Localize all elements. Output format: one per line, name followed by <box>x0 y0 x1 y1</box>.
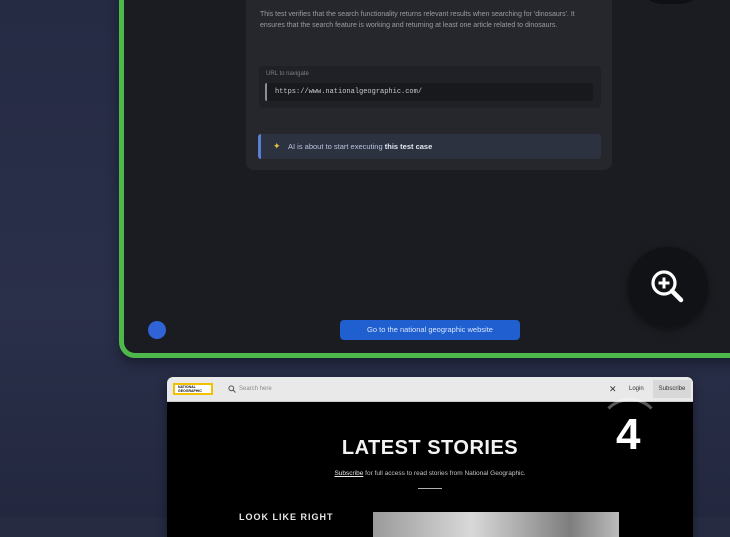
url-input[interactable]: https://www.nationalgeographic.com/ <box>265 83 593 101</box>
status-indicator-dot[interactable] <box>148 321 166 339</box>
login-link[interactable]: Login <box>629 383 644 395</box>
latest-stories-subline: Subscribe for full access to read storie… <box>167 470 693 477</box>
zoom-in-button[interactable] <box>628 247 708 327</box>
subscribe-button[interactable]: Subscribe <box>653 380 691 398</box>
story-image[interactable] <box>373 512 619 537</box>
ai-status-lead: AI is about to start executing <box>288 142 383 151</box>
ai-status-text: AI is about to start executing this test… <box>288 141 432 152</box>
site-search-input[interactable]: Search here <box>239 383 599 395</box>
national-geographic-logo[interactable]: NATIONAL GEOGRAPHIC <box>173 383 213 395</box>
sparkle-icon: ✦ <box>273 141 281 151</box>
ai-status-banner: ✦ AI is about to start executing this te… <box>258 134 601 159</box>
logo-line-2: GEOGRAPHIC <box>178 389 202 393</box>
url-field-label: URL to navigate <box>266 71 309 77</box>
logo-text: NATIONAL GEOGRAPHIC <box>178 385 202 393</box>
test-description: This test verifies that the search funct… <box>260 11 575 29</box>
story-title[interactable]: LOOK LIKE RIGHT <box>239 512 334 522</box>
ai-status-bold: this test case <box>384 142 433 151</box>
step-number-badge: 4 <box>616 410 641 459</box>
go-to-website-button[interactable]: Go to the national geographic website <box>340 320 520 340</box>
search-icon <box>228 385 236 393</box>
site-header: NATIONAL GEOGRAPHIC Search here ✕ Login S… <box>167 377 693 402</box>
subline-text: for full access to read stories from Nat… <box>363 470 526 477</box>
subscribe-link[interactable]: Subscribe <box>334 470 363 477</box>
close-icon[interactable]: ✕ <box>609 383 617 395</box>
heading-divider <box>418 488 442 489</box>
zoom-in-icon <box>651 270 684 303</box>
